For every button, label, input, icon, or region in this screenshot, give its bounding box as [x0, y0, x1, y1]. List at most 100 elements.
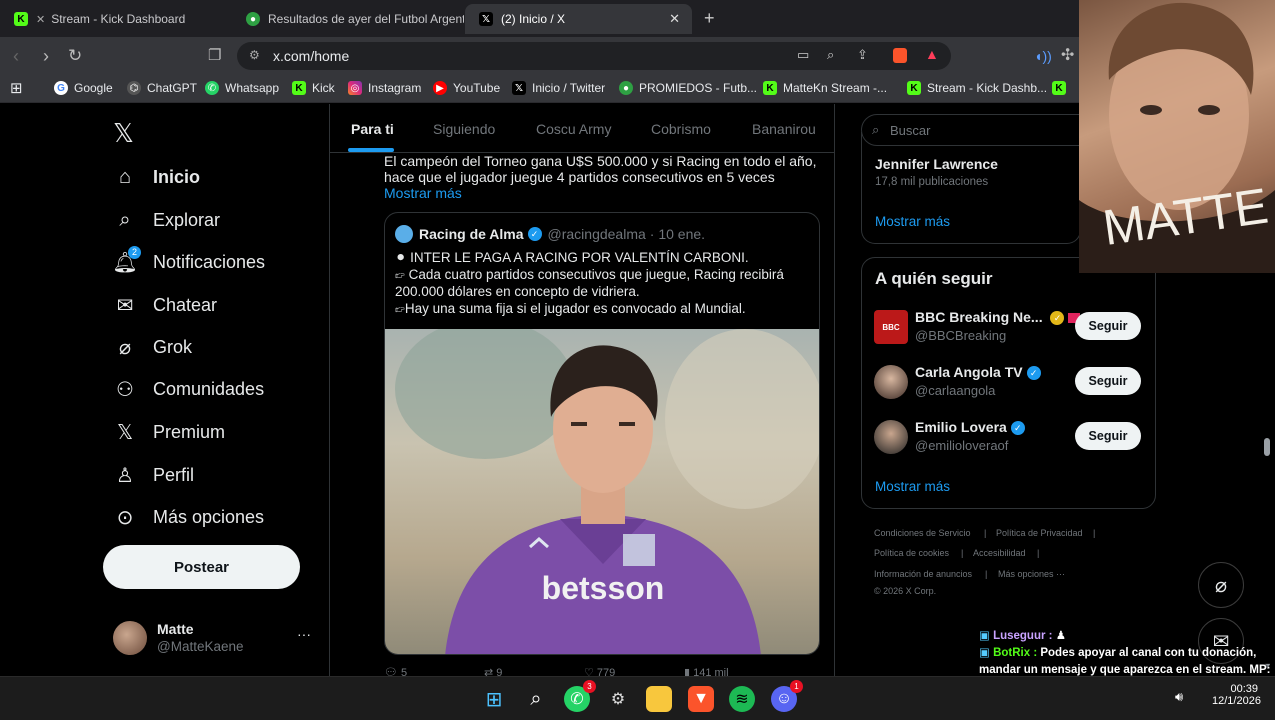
share-icon[interactable]: ⇪	[857, 47, 868, 63]
show-more-link[interactable]: Mostrar más	[384, 185, 462, 201]
bookmark-label: Inicio / Twitter	[532, 81, 606, 95]
bookmark-mattekn[interactable]: K MatteKn Stream -...	[763, 81, 887, 95]
tab-coscu-army[interactable]: Coscu Army	[536, 121, 611, 137]
close-tab-icon[interactable]: ✕	[669, 11, 680, 27]
back-icon[interactable]: ‹	[13, 46, 19, 66]
url-field[interactable]: ⚙ x.com/home ▭ ⌕ ⇪ ▲	[237, 42, 951, 70]
like-count: 779	[596, 667, 616, 676]
bookmark-label: Instagram	[368, 81, 422, 95]
post-button[interactable]: Postear	[103, 545, 300, 589]
avatar	[113, 621, 147, 655]
follow-button[interactable]: Seguir	[1075, 367, 1141, 395]
bookmark-label: MatteKn Stream -...	[783, 81, 888, 95]
bookmark-twitter[interactable]: 𝕏 Inicio / Twitter	[512, 81, 605, 95]
nav-profile[interactable]: ♙ Perfil	[113, 463, 194, 487]
brave-icon[interactable]: ▼	[688, 686, 714, 712]
bookmark-label: Whatsapp	[225, 81, 280, 95]
grok-fab[interactable]: ⌀	[1198, 562, 1244, 608]
search-icon[interactable]: ⌕	[523, 686, 549, 712]
nav-premium[interactable]: 𝕏 Premium	[113, 420, 225, 444]
bookmark-youtube[interactable]: ▶ YouTube	[433, 81, 500, 95]
account-switcher[interactable]: Matte @MatteKaene ···	[113, 619, 328, 659]
search-icon: ⌕	[119, 208, 131, 231]
app-gear-icon[interactable]: ⚙	[605, 686, 631, 712]
bookmark-label: Kick	[312, 81, 335, 95]
follow-button[interactable]: Seguir	[1075, 422, 1141, 450]
x-logo-icon[interactable]: 𝕏	[113, 118, 134, 149]
follow-suggestion[interactable]: Emilio Lovera ✓ @emilioloveraof Seguir	[874, 418, 1154, 458]
instagram-icon: ◎	[348, 81, 362, 95]
new-tab-icon[interactable]: +	[704, 8, 715, 29]
audio-icon[interactable]: ◖))	[1034, 46, 1052, 66]
extensions-icon[interactable]: ✣	[1061, 46, 1074, 66]
tab-cobrismo[interactable]: Cobrismo	[651, 121, 711, 137]
footer-cookies-link[interactable]: Política de cookies	[874, 548, 949, 558]
footer-accessibility-link[interactable]: Accesibilidad	[973, 548, 1026, 558]
quote-photo[interactable]: betsson	[385, 319, 819, 654]
scrollbar-thumb[interactable]	[1264, 438, 1270, 456]
discord-icon[interactable]: ☺ 1	[771, 680, 803, 712]
zoom-icon[interactable]: ⌕	[827, 47, 834, 63]
who-show-more[interactable]: Mostrar más	[875, 479, 950, 494]
bookmark-chatgpt[interactable]: ⌬ ChatGPT	[127, 81, 197, 95]
quoted-tweet[interactable]: Racing de Alma ✓ @racingdealma · 10 ene.…	[384, 212, 820, 655]
file-explorer-icon[interactable]	[646, 686, 672, 712]
tab-bananirou[interactable]: Bananirou	[752, 121, 816, 137]
nav-notifications[interactable]: 🔔︎ 2 Notificaciones	[112, 246, 265, 274]
suggestion-name-text: BBC Breaking Ne...	[915, 309, 1043, 325]
bookmark-kick[interactable]: K Kick	[292, 81, 335, 95]
footer-ads-link[interactable]: Información de anuncios	[874, 569, 972, 579]
kick-icon: K	[292, 81, 306, 95]
footer-privacy-link[interactable]: Política de Privacidad	[996, 528, 1083, 538]
browser-tab-active[interactable]: 𝕏 (2) Inicio / X ✕	[465, 4, 692, 34]
whatsapp-icon[interactable]: ✆ 3	[564, 680, 596, 712]
follow-suggestion[interactable]: BBC BBC Breaking Ne... ✓ @BBCBreaking Se…	[874, 308, 1154, 348]
footer-more-link[interactable]: Más opciones ···	[998, 569, 1065, 579]
nav-chat[interactable]: ✉ Chatear	[113, 293, 217, 317]
reload-icon[interactable]: ↻	[68, 46, 82, 66]
views-button[interactable]: ▮ 141 mil	[684, 666, 784, 676]
site-info-icon[interactable]: ⚙	[249, 48, 260, 62]
account-more-icon[interactable]: ···	[297, 626, 311, 642]
follow-button[interactable]: Seguir	[1075, 312, 1141, 340]
retweet-button[interactable]: ⇄ 9	[484, 666, 584, 676]
bookmark-kick-dashboard[interactable]: K Stream - Kick Dashb...	[907, 81, 1047, 95]
windows-start-icon[interactable]: ⊞	[481, 686, 507, 712]
trend-name[interactable]: Jennifer Lawrence	[875, 156, 998, 172]
follow-suggestion[interactable]: Carla Angola TV ✓ @carlaangola Seguir	[874, 363, 1154, 403]
nav-grok[interactable]: ⌀ Grok	[113, 335, 192, 359]
cast-icon[interactable]: ▭	[797, 47, 809, 63]
footer-terms-link[interactable]: Condiciones de Servicio	[874, 528, 971, 538]
nav-communities[interactable]: ⚇ Comunidades	[113, 377, 264, 401]
bookmark-overflow[interactable]: K	[1052, 81, 1072, 95]
nav-explore[interactable]: ⌕ Explorar	[113, 208, 220, 232]
forward-icon[interactable]: ›	[43, 46, 49, 66]
bookmark-icon[interactable]: ❐	[208, 46, 221, 66]
footer-separator: |	[1037, 548, 1040, 558]
like-button[interactable]: ♡ 779	[584, 666, 684, 676]
spotify-icon[interactable]: ≋	[729, 686, 755, 712]
browser-tab[interactable]: K ✕ Stream - Kick Dashboard	[0, 4, 232, 34]
nav-more[interactable]: ⊙ Más opciones	[113, 505, 264, 529]
trends-show-more[interactable]: Mostrar más	[875, 214, 950, 229]
notification-badge: 2	[128, 246, 141, 259]
volume-icon[interactable]: 🔊︎	[1175, 689, 1183, 705]
brave-shield-icon[interactable]	[893, 48, 907, 63]
bookmark-label: PROMIEDOS - Futb...	[639, 81, 758, 95]
x-icon: 𝕏	[116, 421, 134, 444]
browser-tab[interactable]: ● Resultados de ayer del Futbol Argent	[232, 4, 464, 34]
verified-icon: ✓	[527, 227, 542, 241]
reply-button[interactable]: 💬︎ 5	[384, 666, 484, 676]
bookmark-instagram[interactable]: ◎ Instagram	[348, 81, 421, 95]
brave-rewards-icon[interactable]: ▲	[925, 46, 939, 62]
bookmark-whatsapp[interactable]: ✆ Whatsapp	[205, 81, 279, 95]
quote-body: ⚫ INTER LE PAGA A RACING POR VALENTÍN CA…	[395, 249, 815, 317]
bookmark-google[interactable]: G Google	[54, 81, 113, 95]
reply-count: 5	[401, 667, 408, 676]
bookmark-promiedos[interactable]: ● PROMIEDOS - Futb...	[619, 81, 757, 95]
tab-siguiendo[interactable]: Siguiendo	[433, 121, 495, 137]
nav-home[interactable]: ⌂ Inicio	[113, 165, 200, 189]
apps-grid-icon[interactable]: ⊞	[10, 79, 23, 97]
tab-para-ti[interactable]: Para ti	[351, 121, 394, 137]
clock[interactable]: 00:39 12/1/2026	[1212, 683, 1261, 707]
